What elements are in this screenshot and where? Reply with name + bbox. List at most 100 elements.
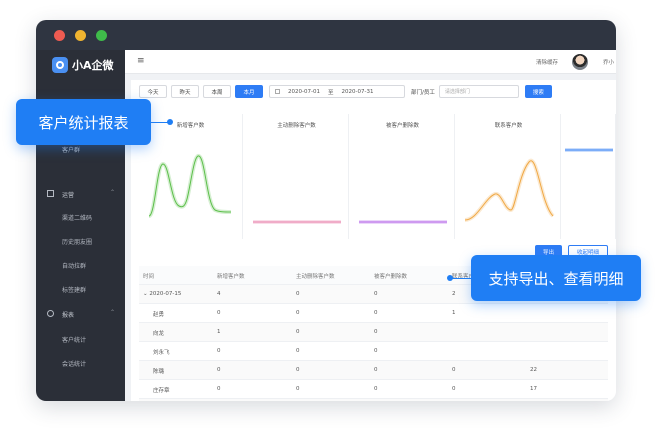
stat-card[interactable]: 新增客户数 xyxy=(139,114,243,239)
row-name-text: 陈璐 xyxy=(153,369,165,375)
date-separator: 至 xyxy=(327,89,334,96)
table-cell: 1 xyxy=(452,310,456,316)
row-name-text: 向龙 xyxy=(153,331,165,337)
table-cell: 0 xyxy=(296,386,300,392)
sidebar-item-4[interactable]: 历史朋友圈 xyxy=(36,233,125,249)
start-date[interactable]: 2020-07-01 xyxy=(288,89,320,95)
column-header[interactable]: 新增客户数 xyxy=(217,272,245,280)
avatar[interactable] xyxy=(572,54,588,70)
table-cell: 17 xyxy=(530,386,537,392)
table-cell: 0 xyxy=(296,329,300,335)
report-panel: 今天 昨天 本周 本月 2020-07-01 至 2020-07-31 部门/员工 请… xyxy=(131,80,616,401)
row-name: 向龙 xyxy=(153,329,164,337)
sparkline-chart xyxy=(253,220,341,224)
quick-filter-button[interactable]: 本周 xyxy=(203,85,231,98)
sidebar-item-6[interactable]: 标签建群 xyxy=(36,281,125,297)
title-bar xyxy=(36,20,616,50)
table-cell: 0 xyxy=(296,367,300,373)
chevron-up-icon: ⌃ xyxy=(109,189,115,196)
calendar-icon xyxy=(275,89,280,94)
table-cell: 4 xyxy=(217,291,221,297)
table-cell: 0 xyxy=(296,348,300,354)
stat-card[interactable]: 联系客户数 xyxy=(457,114,561,239)
end-date[interactable]: 2020-07-31 xyxy=(341,89,373,95)
sidebar-item-label: 历史朋友圈 xyxy=(62,238,93,246)
stat-card[interactable] xyxy=(563,114,616,239)
column-header[interactable]: 时间 xyxy=(143,272,154,280)
table-cell: 0 xyxy=(452,367,456,373)
sidebar-item-8[interactable]: 客户统计 xyxy=(36,331,125,347)
row-name: 赵勇 xyxy=(153,310,164,318)
top-bar: ≡ 清除缓存 乔小 xyxy=(125,50,616,74)
table-cell: 1 xyxy=(217,329,221,335)
sidebar-item-5[interactable]: 自动拉群 xyxy=(36,257,125,273)
column-header[interactable]: 被客户删除数 xyxy=(374,272,407,280)
table-cell: 0 xyxy=(374,348,378,354)
row-name-text: 刘永飞 xyxy=(153,350,170,356)
app-name: 小A企微 xyxy=(72,59,114,72)
column-header[interactable]: 主动删除客户数 xyxy=(296,272,335,280)
sidebar-item-label: 自动拉群 xyxy=(62,262,87,270)
sidebar-item-label: 运营 xyxy=(62,191,75,199)
report-callout: 客户统计报表 xyxy=(16,99,151,145)
row-name: 刘永飞 xyxy=(153,348,170,356)
sidebar-item-2[interactable]: 运营 ⌃ xyxy=(36,186,125,202)
sparkline-chart xyxy=(565,148,613,152)
callout-connector-right xyxy=(452,278,471,279)
close-window-button[interactable] xyxy=(54,30,65,41)
sidebar-item-label: 客户群 xyxy=(62,146,81,154)
table-cell: 0 xyxy=(296,310,300,316)
dept-select[interactable]: 请选择部门 xyxy=(438,85,519,98)
table-cell: 0 xyxy=(217,367,221,373)
stat-card[interactable]: 被客户删除数 xyxy=(351,114,455,239)
search-button[interactable]: 搜索 xyxy=(524,85,552,98)
filter-bar: 今天 昨天 本周 本月 2020-07-01 至 2020-07-31 部门/员工 请… xyxy=(139,85,552,98)
date-range-picker[interactable]: 2020-07-01 至 2020-07-31 xyxy=(269,85,405,98)
quick-filter-button[interactable]: 昨天 xyxy=(171,85,199,98)
app-logo[interactable]: 小A企微 xyxy=(52,57,114,73)
table-cell: 0 xyxy=(217,348,221,354)
table-cell: 0 xyxy=(452,386,456,392)
table-cell: 0 xyxy=(374,329,378,335)
maximize-window-button[interactable] xyxy=(96,30,107,41)
clear-cache-link[interactable]: 清除缓存 xyxy=(536,58,558,66)
sidebar-item-3[interactable]: 渠道二维码 xyxy=(36,209,125,225)
table-cell: 2 xyxy=(452,291,456,297)
table-row[interactable]: 向龙 1 0 0 xyxy=(139,323,608,342)
sparkline-line xyxy=(148,155,232,217)
menu-icon[interactable]: ≡ xyxy=(137,56,145,66)
sidebar-item-7[interactable]: 报表 ⌃ xyxy=(36,306,125,322)
row-name-text: 赵勇 xyxy=(153,312,165,318)
table-cell: 0 xyxy=(374,367,378,373)
sparkline-chart xyxy=(359,220,447,224)
table-cell: 0 xyxy=(374,310,378,316)
minimize-window-button[interactable] xyxy=(75,30,86,41)
stat-card[interactable]: 主动删除客户数 xyxy=(245,114,349,239)
sparkline-chart xyxy=(464,158,555,222)
stat-card-title: 被客户删除数 xyxy=(385,123,419,129)
main-area: ≡ 清除缓存 乔小 今天 昨天 本周 本月 2020-07-01 至 2020-07-… xyxy=(125,50,616,401)
row-name: 庄存章 xyxy=(153,386,170,394)
sidebar-item-label: 报表 xyxy=(62,311,75,319)
sparkline-chart xyxy=(147,153,232,218)
table-cell: 22 xyxy=(530,367,537,373)
chevron-up-icon: ⌃ xyxy=(109,309,115,316)
sidebar-item-label: 渠道二维码 xyxy=(62,214,93,222)
quick-filter-button[interactable]: 本月 xyxy=(235,85,263,98)
table-cell: 0 xyxy=(374,291,378,297)
stat-cards: 新增客户数 主动删除客户数 被客户删除数 联系客户数 xyxy=(139,114,616,239)
quick-filter-button[interactable]: 今天 xyxy=(139,85,167,98)
sidebar-item-label: 标签建群 xyxy=(62,286,87,294)
sidebar-item-9[interactable]: 会话统计 xyxy=(36,355,125,371)
export-callout: 支持导出、查看明细 xyxy=(471,255,641,301)
row-name: ⌄ 2020-07-15 xyxy=(143,291,181,297)
row-name: 陈璐 xyxy=(153,367,164,375)
table-row[interactable]: 刘永飞 0 0 0 xyxy=(139,342,608,361)
table-cell: 0 xyxy=(296,291,300,297)
logo-icon xyxy=(52,57,68,73)
table-row[interactable]: 赵勇 0 0 0 1 xyxy=(139,304,608,323)
table-row[interactable]: 庄存章 0 0 0 0 17 xyxy=(139,380,608,399)
table-row[interactable]: 陈璐 0 0 0 0 22 xyxy=(139,361,608,380)
table-row[interactable]: 黄倩梅000016 xyxy=(139,399,608,401)
user-name[interactable]: 乔小 xyxy=(603,58,614,66)
